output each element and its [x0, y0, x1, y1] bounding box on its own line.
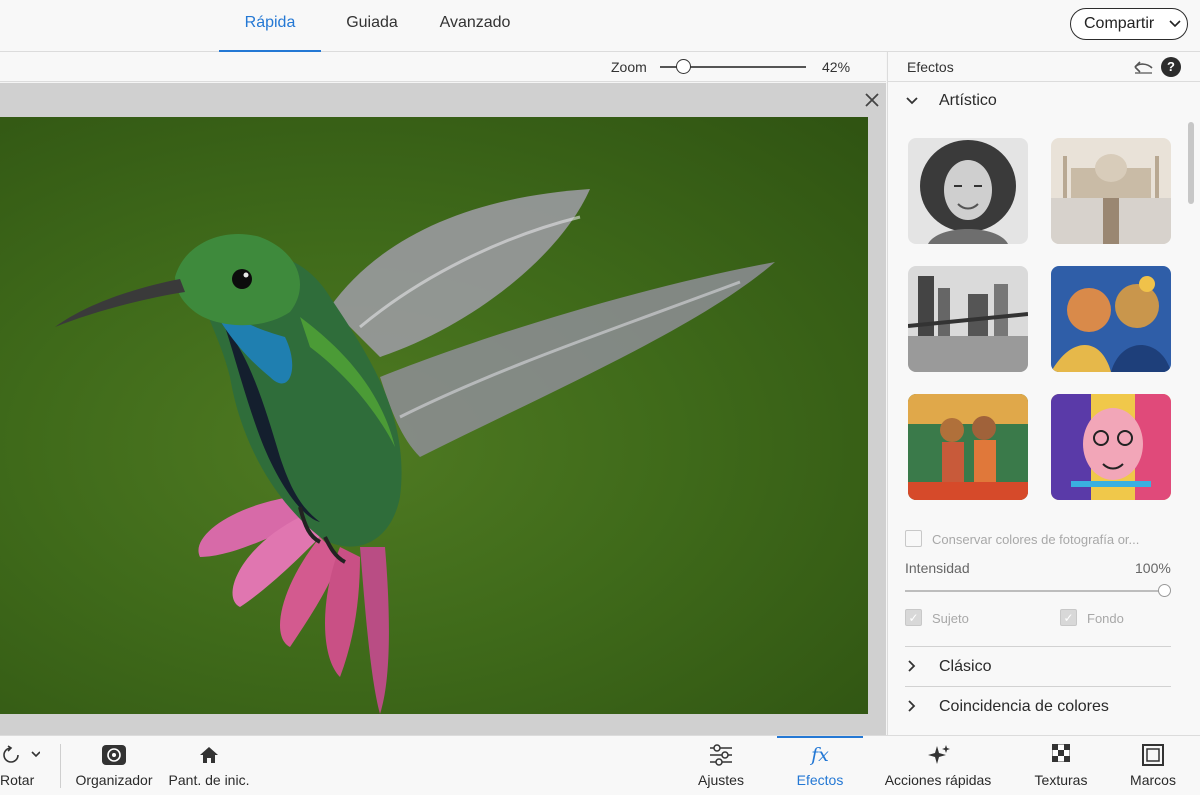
intensity-slider-track[interactable]: [905, 590, 1163, 592]
background-label: Fondo: [1087, 611, 1124, 626]
home-button[interactable]: Pant. de inic.: [166, 736, 252, 795]
intensity-slider-handle[interactable]: [1158, 584, 1171, 597]
reset-icon[interactable]: [1132, 58, 1154, 76]
preserve-colors-label: Conservar colores de fotografía or...: [932, 532, 1140, 547]
adjustments-button[interactable]: Ajustes: [690, 736, 752, 795]
section-artistic[interactable]: Artístico: [888, 82, 1200, 120]
texture-icon: [1028, 736, 1094, 766]
intensity-value: 100%: [1135, 560, 1171, 576]
effects-panel-header: Efectos ?: [888, 52, 1200, 82]
rotate-icon: [0, 736, 41, 766]
section-classic-label: Clásico: [939, 658, 992, 675]
help-icon[interactable]: ?: [1161, 57, 1181, 77]
intensity-label: Intensidad: [905, 560, 970, 576]
divider: [905, 646, 1171, 647]
subject-checkbox[interactable]: ✓: [905, 609, 922, 626]
frames-label: Marcos: [1130, 772, 1176, 788]
effects-button[interactable]: fx Efectos: [777, 736, 863, 795]
share-button[interactable]: Compartir: [1070, 8, 1188, 40]
effect-thumb-abstract-face[interactable]: [1051, 394, 1171, 500]
frame-icon: [1122, 736, 1184, 766]
share-label: Compartir: [1084, 15, 1155, 32]
rotate-button[interactable]: Rotar: [0, 736, 41, 795]
background-checkbox[interactable]: ✓: [1060, 609, 1077, 626]
adjustments-label: Ajustes: [698, 772, 744, 788]
tab-guided[interactable]: Guiada: [331, 0, 413, 52]
sliders-icon: [690, 736, 752, 766]
bottom-toolbar: Rotar Organizador Pant. de inic. Ajustes…: [0, 735, 1200, 795]
zoom-value: 42%: [822, 59, 851, 75]
chevron-down-icon: [905, 91, 919, 112]
tab-quick[interactable]: Rápida: [219, 0, 321, 52]
frames-button[interactable]: Marcos: [1122, 736, 1184, 795]
section-color-match-label: Coincidencia de colores: [939, 698, 1109, 715]
divider: [60, 744, 61, 788]
mode-bar: Rápida Guiada Avanzado Compartir: [0, 0, 1200, 52]
effects-label: Efectos: [796, 772, 844, 788]
panel-scrollbar[interactable]: [1188, 122, 1194, 204]
effects-panel: Efectos ? Artístico Conservar colores de…: [887, 52, 1200, 735]
textures-label: Texturas: [1034, 772, 1088, 788]
effect-thumb-painted-couple[interactable]: [1051, 266, 1171, 372]
zoom-bar: Zoom 42%: [0, 52, 886, 82]
organizer-icon: [70, 736, 158, 766]
close-icon[interactable]: [862, 90, 882, 110]
effect-thumb-tahitian-women[interactable]: [908, 394, 1028, 500]
section-classic[interactable]: Clásico: [888, 648, 1200, 686]
chevron-right-icon: [905, 697, 919, 718]
divider: [905, 686, 1171, 687]
tab-advanced[interactable]: Avanzado: [424, 0, 526, 52]
home-icon: [166, 736, 252, 766]
chevron-right-icon: [905, 657, 919, 678]
effect-thumb-portrait-sketch[interactable]: [908, 138, 1028, 244]
effect-thumb-taj-mahal[interactable]: [1051, 138, 1171, 244]
home-label: Pant. de inic.: [168, 772, 250, 788]
organizer-button[interactable]: Organizador: [70, 736, 158, 795]
chevron-down-icon: [1169, 9, 1181, 50]
hummingbird-photo: [0, 117, 868, 714]
zoom-slider-handle[interactable]: [676, 59, 691, 74]
preserve-colors-checkbox[interactable]: [905, 530, 922, 547]
fx-icon: fx: [811, 744, 829, 766]
textures-button[interactable]: Texturas: [1028, 736, 1094, 795]
quick-actions-button[interactable]: Acciones rápidas: [880, 736, 996, 795]
organizer-label: Organizador: [75, 772, 153, 788]
subject-label: Sujeto: [932, 611, 969, 626]
rotate-label: Rotar: [0, 772, 35, 788]
quick-actions-label: Acciones rápidas: [884, 772, 992, 788]
section-artistic-label: Artístico: [939, 92, 997, 109]
sparkle-icon: [880, 736, 996, 766]
section-color-match[interactable]: Coincidencia de colores: [888, 688, 1200, 726]
panel-title: Efectos: [907, 59, 954, 75]
effect-thumb-london-bw[interactable]: [908, 266, 1028, 372]
zoom-label: Zoom: [611, 59, 647, 75]
